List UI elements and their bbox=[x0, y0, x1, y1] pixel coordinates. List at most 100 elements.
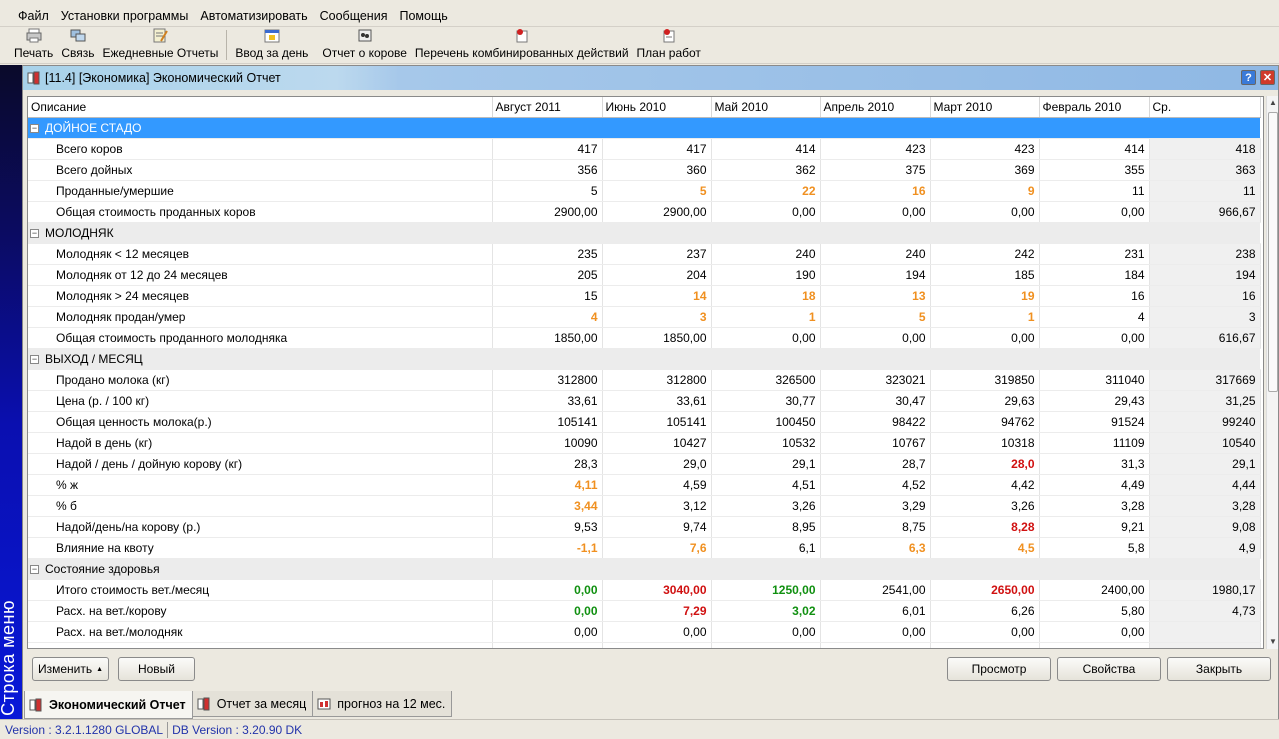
group-row[interactable]: − ДОЙНОЕ СТАДО bbox=[28, 117, 1260, 139]
collapse-icon[interactable]: − bbox=[30, 228, 39, 238]
table-row[interactable]: Надой/день/на корову (р.) 9,53 9,74 8,95 8,7… bbox=[28, 516, 1261, 538]
connection-button[interactable]: Связь bbox=[57, 28, 98, 63]
view-button[interactable]: Просмотр bbox=[947, 657, 1051, 681]
table-row[interactable]: Молодняк от 12 до 24 месяцев 205 204 190 194… bbox=[28, 264, 1261, 286]
properties-button[interactable]: Свойства bbox=[1057, 657, 1161, 681]
menu-settings[interactable]: Установки программы bbox=[55, 5, 195, 26]
row-label: Всего коров bbox=[28, 138, 493, 160]
scroll-up-icon[interactable]: ▲ bbox=[1267, 96, 1279, 110]
daily-input-button[interactable]: Ввод за день bbox=[231, 28, 312, 63]
group-label: Состояние здоровья bbox=[45, 561, 160, 576]
collapse-icon[interactable]: − bbox=[30, 354, 39, 364]
group-row[interactable]: − ВЫХОД / МЕСЯЦ bbox=[28, 348, 1260, 370]
vertical-scrollbar[interactable]: ▲ ▼ bbox=[1266, 96, 1278, 649]
side-menu-bar[interactable]: Строка меню bbox=[0, 65, 22, 720]
table-row[interactable]: % ж 4,11 4,59 4,51 4,52 4,42 4,49 4,44 bbox=[28, 474, 1261, 496]
menu-help[interactable]: Помощь bbox=[393, 5, 453, 26]
table-row[interactable]: Надой в день (кг) 10090 10427 10532 10767 103… bbox=[28, 432, 1261, 454]
value-cell: 31,3 bbox=[1039, 453, 1150, 475]
row-label: Молодняк > 24 месяцев bbox=[28, 285, 493, 307]
value-cell: 355 bbox=[1039, 159, 1150, 181]
table-row[interactable]: Всего коров 417 417 414 423 423 414 418 bbox=[28, 138, 1261, 160]
value-cell: 11109 bbox=[1039, 432, 1150, 454]
value-cell: 28,7 bbox=[820, 453, 931, 475]
column-header[interactable]: Май 2010 bbox=[711, 97, 821, 118]
cow-report-button[interactable]: Отчет о корове bbox=[318, 28, 411, 63]
menu-automate[interactable]: Автоматизировать bbox=[194, 5, 313, 26]
value-cell: 100450 bbox=[711, 411, 821, 433]
menu-file[interactable]: Файл bbox=[12, 5, 55, 26]
value-cell: 30,77 bbox=[711, 390, 821, 412]
value-cell: 5 bbox=[820, 306, 931, 328]
row-label: Расх. на вет./100 кг молока bbox=[28, 642, 493, 648]
value-cell: 4,5 bbox=[930, 537, 1040, 559]
scroll-thumb[interactable] bbox=[1268, 112, 1278, 392]
group-cell: − Состояние здоровья bbox=[28, 558, 1260, 580]
value-cell: 94762 bbox=[930, 411, 1040, 433]
value-cell: 3,44 bbox=[492, 495, 603, 517]
daily-reports-button[interactable]: Ежедневные Отчеты bbox=[98, 28, 222, 63]
new-button[interactable]: Новый bbox=[118, 657, 195, 681]
tab-monthly-report[interactable]: Отчет за месяц bbox=[191, 691, 314, 717]
value-cell: 7,29 bbox=[602, 600, 712, 622]
value-cell: 29,63 bbox=[930, 390, 1040, 412]
edit-button[interactable]: Изменить ▲ bbox=[32, 657, 109, 681]
value-cell: 369 bbox=[930, 159, 1040, 181]
column-header[interactable]: Апрель 2010 bbox=[820, 97, 931, 118]
combined-actions-button[interactable]: Перечень комбинированных действий bbox=[411, 28, 633, 63]
group-row[interactable]: − Состояние здоровья bbox=[28, 558, 1260, 580]
table-row[interactable]: Надой / день / дойную корову (кг) 28,3 29,… bbox=[28, 453, 1261, 475]
table-row[interactable]: Расх. на вет./корову 0,00 7,29 3,02 6,01 6,26… bbox=[28, 600, 1261, 622]
value-cell: 0,00 bbox=[1039, 327, 1150, 349]
value-cell: 2650,00 bbox=[930, 579, 1040, 601]
close-button[interactable]: Закрыть bbox=[1167, 657, 1271, 681]
table-row[interactable]: Цена (р. / 100 кг) 33,61 33,61 30,77 30,47 29… bbox=[28, 390, 1261, 412]
collapse-icon[interactable]: − bbox=[30, 564, 39, 574]
daily-reports-icon bbox=[152, 28, 169, 43]
column-header[interactable]: Июнь 2010 bbox=[602, 97, 712, 118]
tab-forecast[interactable]: прогноз на 12 мес. bbox=[312, 691, 453, 717]
report-grid: Описание Август 2011 Июнь 2010 Май 2010 … bbox=[27, 96, 1264, 649]
average-cell: 418 bbox=[1149, 138, 1261, 160]
value-cell: 6,3 bbox=[820, 537, 931, 559]
tab-economic-report[interactable]: Экономический Отчет bbox=[24, 691, 193, 719]
close-icon[interactable]: ✕ bbox=[1260, 70, 1275, 85]
table-row[interactable]: % б 3,44 3,12 3,26 3,29 3,26 3,28 3,28 bbox=[28, 495, 1261, 517]
group-row[interactable]: − МОЛОДНЯК bbox=[28, 222, 1260, 244]
table-row[interactable]: Молодняк > 24 месяцев 15 14 18 13 19 16 16 bbox=[28, 285, 1261, 307]
value-cell: 242 bbox=[930, 243, 1040, 265]
menu-messages[interactable]: Сообщения bbox=[314, 5, 394, 26]
average-cell: 3,28 bbox=[1149, 495, 1261, 517]
work-plan-button[interactable]: План работ bbox=[633, 28, 705, 63]
column-header[interactable]: Описание bbox=[28, 97, 493, 118]
value-cell: 29,1 bbox=[711, 453, 821, 475]
table-row[interactable]: Проданные/умершие 5 5 22 16 9 11 11 bbox=[28, 180, 1261, 202]
value-cell: 16 bbox=[1039, 285, 1150, 307]
column-header[interactable]: Февраль 2010 bbox=[1039, 97, 1150, 118]
table-row[interactable]: Влияние на квоту -1,1 7,6 6,1 6,3 4,5 5,8 4,9 bbox=[28, 537, 1261, 559]
help-icon[interactable]: ? bbox=[1241, 70, 1256, 85]
print-button[interactable]: Печать bbox=[10, 28, 57, 63]
column-header[interactable]: Март 2010 bbox=[930, 97, 1040, 118]
table-row[interactable]: Молодняк < 12 месяцев 235 237 240 240 242 231 2… bbox=[28, 243, 1261, 265]
table-row[interactable]: Продано молока (кг) 312800 312800 326500 323… bbox=[28, 369, 1261, 391]
table-row[interactable]: Молодняк продан/умер 4 3 1 5 1 4 3 bbox=[28, 306, 1261, 328]
value-cell: 4,52 bbox=[820, 474, 931, 496]
value-cell: 0,00 bbox=[820, 201, 931, 223]
scroll-down-icon[interactable]: ▼ bbox=[1267, 635, 1279, 649]
table-row[interactable]: Общая стоимость проданных коров 2900,00 29… bbox=[28, 201, 1261, 223]
table-row[interactable]: Итого стоимость вет./месяц 0,00 3040,00 125… bbox=[28, 579, 1261, 601]
table-row[interactable]: Расх. на вет./100 кг молока0,000,970,380… bbox=[28, 642, 1261, 648]
collapse-icon[interactable]: − bbox=[30, 123, 39, 133]
table-row[interactable]: Общая стоимость проданного молодняка 1850… bbox=[28, 327, 1261, 349]
value-cell: 1850,00 bbox=[602, 327, 712, 349]
table-row[interactable]: Общая ценность молока(р.) 105141 105141 100… bbox=[28, 411, 1261, 433]
table-row[interactable]: Всего дойных 356 360 362 375 369 355 363 bbox=[28, 159, 1261, 181]
row-label: Проданные/умершие bbox=[28, 180, 493, 202]
column-header[interactable]: Ср. bbox=[1149, 97, 1261, 118]
table-row[interactable]: Расх. на вет./молодняк 0,00 0,00 0,00 0,00 0,… bbox=[28, 621, 1261, 643]
value-cell: 105141 bbox=[602, 411, 712, 433]
column-header[interactable]: Август 2011 bbox=[492, 97, 603, 118]
value-cell: 375 bbox=[820, 159, 931, 181]
value-cell: 423 bbox=[930, 138, 1040, 160]
